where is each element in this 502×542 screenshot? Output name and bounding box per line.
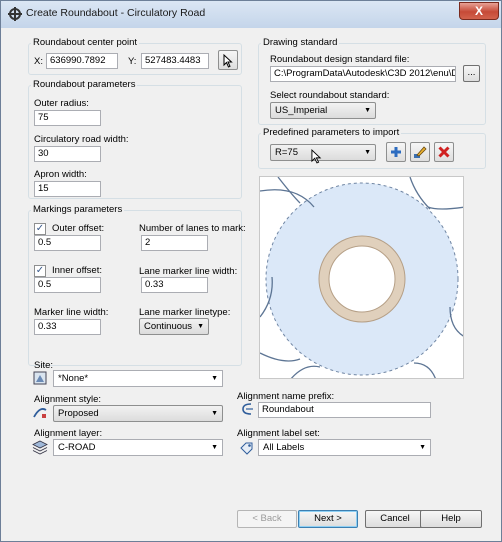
approach-curb-line bbox=[413, 362, 436, 378]
lane-line-width-label: Lane marker line width: bbox=[139, 266, 238, 277]
marker-line-width-label: Marker line width: bbox=[34, 307, 109, 318]
back-button[interactable]: < Back bbox=[237, 510, 297, 528]
alignment-label-set-label: Alignment label set: bbox=[237, 428, 320, 439]
apron-width-field[interactable]: 15 bbox=[34, 181, 101, 197]
lane-line-width-field[interactable]: 0.33 bbox=[141, 277, 208, 293]
civil3d-app-icon bbox=[8, 7, 22, 21]
dialog-body: Roundabout center point X: 636990.7892 Y… bbox=[8, 28, 494, 536]
alignment-layer-dropdown[interactable]: C-ROAD ▼ bbox=[53, 439, 223, 456]
roundabout-preview-drawing bbox=[260, 177, 463, 378]
alignment-style-value: Proposed bbox=[58, 408, 99, 419]
markings-parameters-group-label: Markings parameters bbox=[31, 204, 125, 215]
add-plus-icon bbox=[391, 147, 401, 157]
y-coordinate-field[interactable]: 527483.4483 bbox=[141, 53, 209, 69]
outer-offset-checkbox[interactable]: ✓ bbox=[34, 223, 46, 235]
alignment-layer-value: C-ROAD bbox=[58, 442, 96, 453]
edit-pencil-icon bbox=[414, 146, 427, 158]
edit-preset-button[interactable] bbox=[410, 142, 430, 162]
delete-x-icon bbox=[438, 146, 450, 158]
road-width-field[interactable]: 30 bbox=[34, 146, 101, 162]
help-button[interactable]: Help bbox=[420, 510, 482, 528]
mouse-cursor-icon bbox=[311, 149, 322, 164]
layer-icon bbox=[32, 440, 48, 455]
lane-linetype-dropdown[interactable]: Continuous ▼ bbox=[139, 318, 209, 335]
approach-curb-line bbox=[290, 365, 321, 378]
approach-curb-line bbox=[260, 352, 301, 362]
predefined-parameters-group-label: Predefined parameters to import bbox=[261, 127, 402, 138]
chevron-down-icon: ▼ bbox=[364, 149, 371, 156]
alignment-layer-label: Alignment layer: bbox=[34, 428, 103, 439]
roundabout-preview bbox=[259, 176, 464, 379]
lanes-to-mark-label: Number of lanes to mark: bbox=[139, 223, 246, 234]
window-title: Create Roundabout - Circulatory Road bbox=[26, 7, 206, 19]
outer-radius-label: Outer radius: bbox=[34, 98, 89, 109]
alignment-prefix-field[interactable]: Roundabout bbox=[258, 402, 431, 418]
standard-file-field[interactable]: C:\ProgramData\Autodesk\C3D 2012\enu\Dat… bbox=[270, 66, 456, 82]
alignment-style-dropdown[interactable]: Proposed ▼ bbox=[53, 405, 223, 422]
chevron-down-icon: ▼ bbox=[197, 323, 204, 330]
center-point-group-label: Roundabout center point bbox=[31, 37, 140, 48]
roundabout-standard-dropdown[interactable]: US_Imperial ▼ bbox=[270, 102, 376, 119]
drawing-standard-group-label: Drawing standard bbox=[261, 37, 340, 48]
close-button[interactable]: X bbox=[459, 2, 499, 20]
chevron-down-icon: ▼ bbox=[211, 375, 218, 382]
label-set-icon bbox=[240, 442, 253, 455]
add-preset-button[interactable] bbox=[386, 142, 406, 162]
inner-offset-label: Inner offset: bbox=[52, 265, 102, 276]
dialog-window: Create Roundabout - Circulatory Road X R… bbox=[0, 0, 502, 542]
site-value: *None* bbox=[58, 373, 89, 384]
standard-file-label: Roundabout design standard file: bbox=[270, 54, 410, 65]
x-label: X: bbox=[34, 56, 43, 67]
chevron-down-icon: ▼ bbox=[364, 107, 371, 114]
next-button[interactable]: Next > bbox=[298, 510, 358, 528]
outer-offset-field[interactable]: 0.5 bbox=[34, 235, 101, 251]
lane-linetype-label: Lane marker linetype: bbox=[139, 307, 231, 318]
outer-offset-label: Outer offset: bbox=[52, 223, 105, 234]
chevron-down-icon: ▼ bbox=[211, 444, 218, 451]
site-icon bbox=[33, 371, 47, 385]
lanes-to-mark-field[interactable]: 2 bbox=[141, 235, 208, 251]
naming-template-icon bbox=[242, 403, 253, 415]
chevron-down-icon: ▼ bbox=[211, 410, 218, 417]
apron-width-label: Apron width: bbox=[34, 169, 87, 180]
chevron-down-icon: ▼ bbox=[419, 444, 426, 451]
pick-point-cursor-icon bbox=[223, 53, 233, 68]
browse-button[interactable]: ... bbox=[463, 65, 480, 82]
alignment-label-set-dropdown[interactable]: All Labels ▼ bbox=[258, 439, 431, 456]
delete-preset-button[interactable] bbox=[434, 142, 454, 162]
lane-linetype-value: Continuous bbox=[144, 321, 193, 332]
x-coordinate-field[interactable]: 636990.7892 bbox=[46, 53, 118, 69]
cancel-button[interactable]: Cancel bbox=[365, 510, 425, 528]
marker-line-width-field[interactable]: 0.33 bbox=[34, 319, 101, 335]
roundabout-standard-value: US_Imperial bbox=[275, 105, 328, 116]
site-dropdown[interactable]: *None* ▼ bbox=[53, 370, 223, 387]
inner-offset-checkbox[interactable]: ✓ bbox=[34, 265, 46, 277]
roundabout-parameters-group-label: Roundabout parameters bbox=[31, 79, 138, 90]
road-width-label: Circulatory road width: bbox=[34, 134, 129, 145]
select-standard-label: Select roundabout standard: bbox=[270, 90, 390, 101]
alignment-label-set-value: All Labels bbox=[263, 442, 305, 453]
inner-offset-field[interactable]: 0.5 bbox=[34, 277, 101, 293]
outer-radius-field[interactable]: 75 bbox=[34, 110, 101, 126]
predefined-parameters-dropdown[interactable]: R=75 ▼ bbox=[270, 144, 376, 161]
predefined-parameters-value: R=75 bbox=[275, 147, 298, 158]
alignment-style-icon bbox=[33, 408, 47, 418]
approach-curb-line bbox=[427, 206, 463, 210]
title-bar: Create Roundabout - Circulatory Road X bbox=[1, 1, 501, 28]
central-island bbox=[328, 245, 396, 313]
pick-point-button[interactable] bbox=[218, 50, 238, 70]
y-label: Y: bbox=[128, 56, 137, 67]
